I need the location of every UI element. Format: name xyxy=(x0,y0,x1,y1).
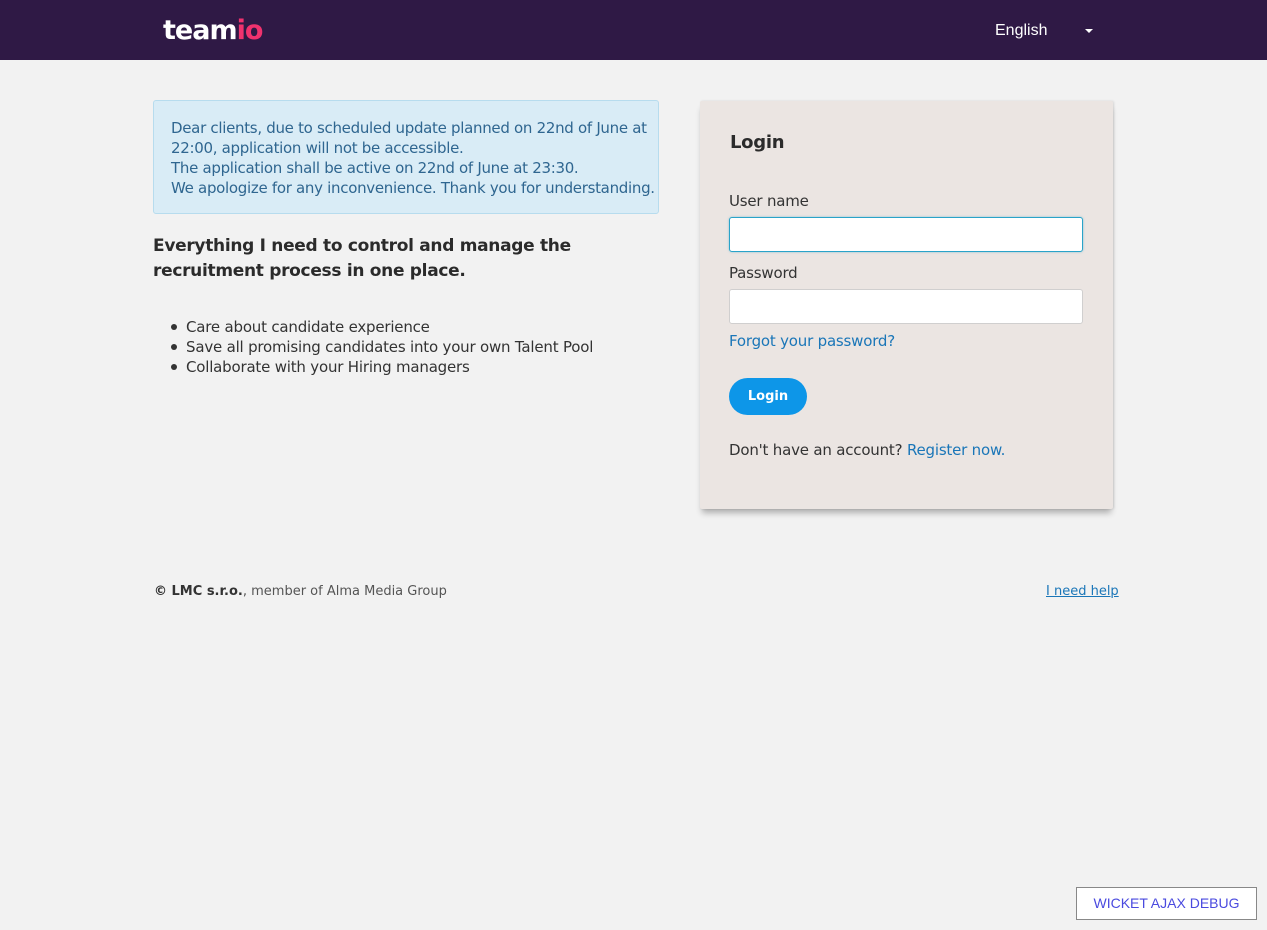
feature-list-item: Collaborate with your Hiring managers xyxy=(170,357,593,377)
login-card: Login User name Password Forgot your pas… xyxy=(700,101,1113,509)
password-input[interactable] xyxy=(729,289,1083,324)
register-link[interactable]: Register now. xyxy=(907,441,1005,459)
member-text: , member of Alma Media Group xyxy=(242,584,447,599)
username-label: User name xyxy=(729,192,809,210)
forgot-password-link[interactable]: Forgot your password? xyxy=(729,332,895,350)
top-navigation-bar: teamio English xyxy=(0,0,1267,60)
feature-list-item: Save all promising candidates into your … xyxy=(170,337,593,357)
no-account-text: Don't have an account? xyxy=(729,441,903,459)
feature-list-item: Care about candidate experience xyxy=(170,317,593,337)
notice-line: Dear clients, due to scheduled update pl… xyxy=(171,119,647,137)
password-label: Password xyxy=(729,264,798,282)
notice-line: The application shall be active on 22nd … xyxy=(171,159,579,177)
language-label: English xyxy=(995,22,1048,39)
username-input[interactable] xyxy=(729,217,1083,252)
login-button[interactable]: Login xyxy=(729,378,807,415)
feature-text: Save all promising candidates into your … xyxy=(186,338,594,356)
bullet-icon xyxy=(171,324,177,330)
feature-list: Care about candidate experience Save all… xyxy=(170,317,593,377)
feature-text: Care about candidate experience xyxy=(186,318,430,336)
register-prompt: Don't have an account? Register now. xyxy=(729,441,1005,459)
intro-headline: Everything I need to control and manage … xyxy=(153,236,571,281)
caret-down-icon xyxy=(1085,29,1093,33)
logo-accent-text: io xyxy=(236,15,264,46)
logo-main-text: team xyxy=(163,15,238,46)
company-name: © LMC s.r.o. xyxy=(154,584,243,599)
notice-line: We apologize for any inconvenience. Than… xyxy=(171,179,655,197)
maintenance-notice: Dear clients, due to scheduled update pl… xyxy=(153,100,659,214)
feature-text: Collaborate with your Hiring managers xyxy=(186,358,470,376)
notice-line: 22:00, application will not be accessibl… xyxy=(171,139,464,157)
footer-copyright: © LMC s.r.o., member of Alma Media Group xyxy=(154,584,447,599)
login-title: Login xyxy=(730,132,785,153)
help-link[interactable]: I need help xyxy=(1046,584,1119,599)
teamio-logo[interactable]: teamio xyxy=(163,13,264,49)
bullet-icon xyxy=(171,344,177,350)
bullet-icon xyxy=(171,364,177,370)
language-selector[interactable]: English xyxy=(995,19,1095,43)
wicket-ajax-debug-button[interactable]: WICKET AJAX DEBUG xyxy=(1076,887,1257,920)
